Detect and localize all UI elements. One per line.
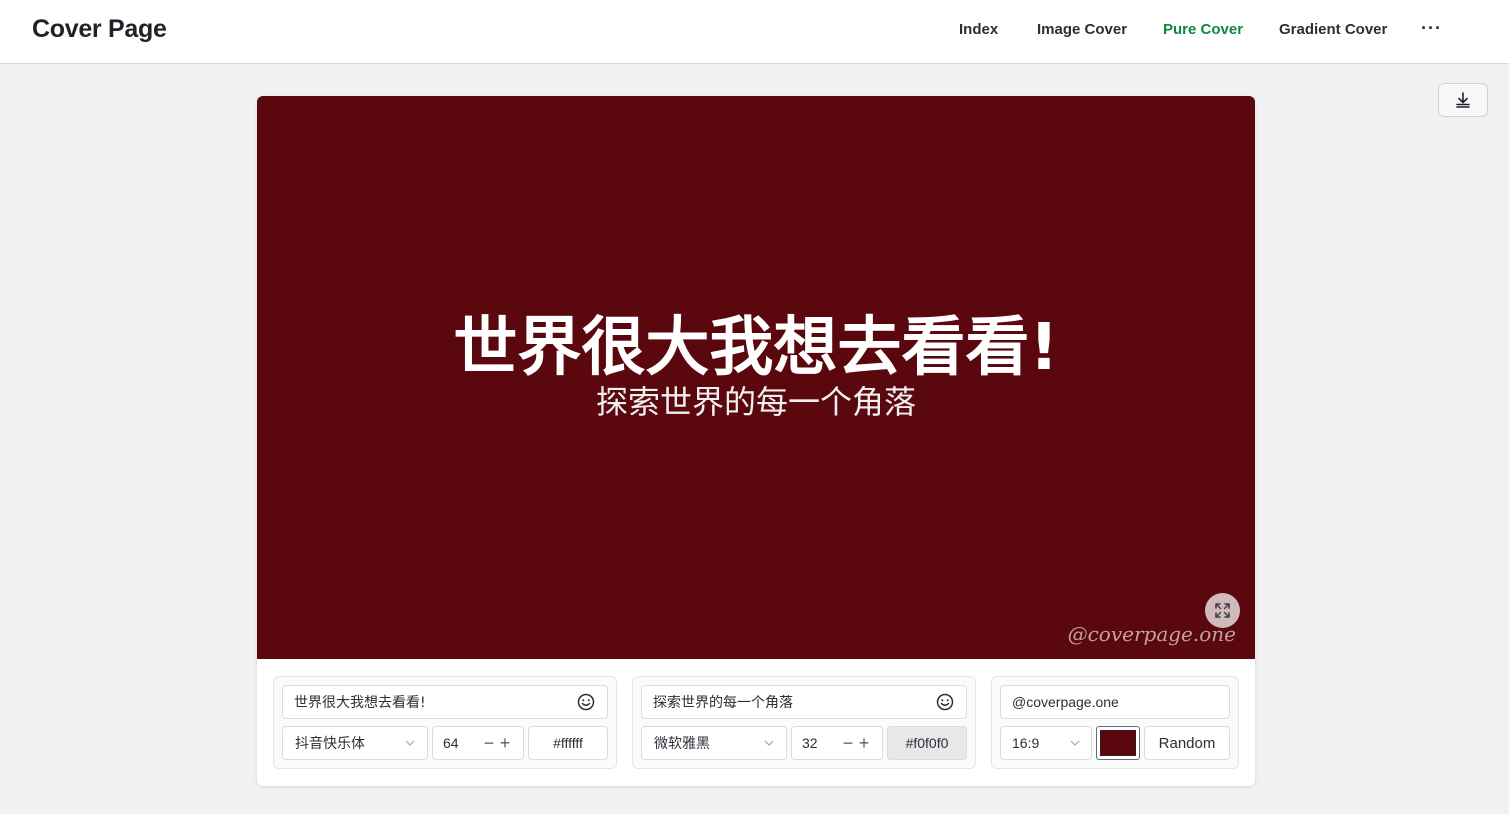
subtitle-text-value: 探索世界的每一个角落 (653, 695, 793, 711)
cover-settings-panel: @coverpage.one 16:9 Random (991, 676, 1239, 769)
decrement-button[interactable]: − (840, 734, 856, 752)
subtitle-color-value: #f0f0f0 (905, 735, 949, 751)
watermark-input[interactable]: @coverpage.one (1000, 685, 1230, 719)
chevron-down-icon (405, 740, 415, 746)
editor-card: 世界很大我想去看看! 探索世界的每一个角落 @coverpage.one 世界很… (257, 96, 1255, 786)
nav-more-menu[interactable]: ··· (1421, 18, 1442, 39)
subtitle-text-input[interactable]: 探索世界的每一个角落 (641, 685, 967, 719)
subtitle-settings-panel: 探索世界的每一个角落 微软雅黑 32 − + #f0f0f0 (632, 676, 976, 769)
download-icon (1456, 92, 1470, 108)
title-font-select[interactable]: 抖音快乐体 (282, 726, 428, 760)
cover-subtitle: 探索世界的每一个角落 (595, 383, 916, 421)
subtitle-font-value: 微软雅黑 (654, 736, 710, 752)
title-color-input[interactable]: #ffffff (528, 726, 608, 760)
cover-preview: 世界很大我想去看看! 探索世界的每一个角落 @coverpage.one (257, 96, 1255, 659)
top-navbar: Cover Page Index Image Cover Pure Cover … (0, 0, 1509, 64)
increment-button[interactable]: + (856, 734, 872, 752)
random-button[interactable]: Random (1144, 726, 1230, 760)
watermark-value: @coverpage.one (1012, 694, 1119, 710)
emoji-icon[interactable] (576, 692, 596, 712)
app-logo[interactable]: Cover Page (32, 15, 167, 44)
nav-gradient-cover[interactable]: Gradient Cover (1279, 21, 1387, 38)
subtitle-size-stepper[interactable]: 32 − + (791, 726, 883, 760)
emoji-icon[interactable] (935, 692, 955, 712)
nav-index[interactable]: Index (959, 21, 998, 38)
aspect-ratio-value: 16:9 (1012, 735, 1040, 751)
download-button[interactable] (1438, 83, 1488, 117)
aspect-ratio-select[interactable]: 16:9 (1000, 726, 1092, 760)
nav-image-cover[interactable]: Image Cover (1037, 21, 1127, 38)
title-font-value: 抖音快乐体 (295, 736, 365, 752)
title-settings-panel: 世界很大我想去看看! 抖音快乐体 64 − + #ffffff (273, 676, 617, 769)
subtitle-font-select[interactable]: 微软雅黑 (641, 726, 787, 760)
cover-watermark: @coverpage.one (1067, 622, 1236, 646)
nav-pure-cover[interactable]: Pure Cover (1163, 21, 1243, 38)
decrement-button[interactable]: − (481, 734, 497, 752)
increment-button[interactable]: + (497, 734, 513, 752)
title-size-value: 64 (443, 735, 459, 751)
background-color-picker[interactable] (1096, 726, 1140, 760)
title-size-stepper[interactable]: 64 − + (432, 726, 524, 760)
title-color-value: #ffffff (553, 735, 583, 751)
color-swatch (1100, 730, 1136, 756)
chevron-down-icon (764, 740, 774, 746)
subtitle-color-input[interactable]: #f0f0f0 (887, 726, 967, 760)
cover-title: 世界很大我想去看看! (453, 311, 1059, 385)
title-text-input[interactable]: 世界很大我想去看看! (282, 685, 608, 719)
subtitle-size-value: 32 (802, 735, 818, 751)
chevron-down-icon (1070, 740, 1080, 746)
fullscreen-icon (1215, 603, 1230, 618)
title-text-value: 世界很大我想去看看! (294, 695, 426, 711)
